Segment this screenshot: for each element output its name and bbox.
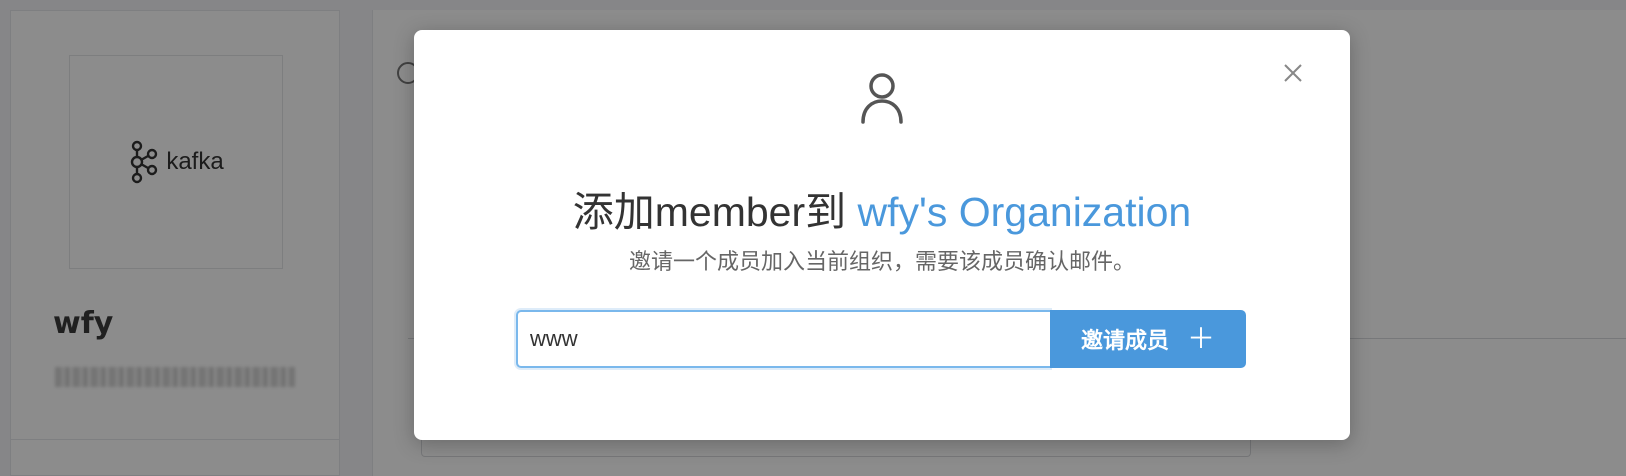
invite-member-button[interactable]: 邀请成员 ＋ [1050, 310, 1246, 368]
add-member-modal: 添加member到 wfy's Organization 邀请一个成员加入当前组… [414, 30, 1350, 440]
modal-subtitle: 邀请一个成员加入当前组织，需要该成员确认邮件。 [628, 250, 1135, 275]
title-prefix: 添加member到 [572, 189, 858, 235]
modal-title: 添加member到 wfy's Organization [414, 178, 1350, 238]
invite-form: 邀请成员 ＋ [516, 310, 1246, 368]
user-icon [861, 73, 903, 124]
plus-icon: ＋ [1187, 322, 1216, 355]
member-input[interactable] [516, 310, 1050, 368]
close-button[interactable] [1278, 58, 1308, 88]
invite-button-label: 邀请成员 [1080, 329, 1169, 354]
close-icon [1284, 64, 1302, 82]
title-org-name: wfy's Organization [857, 189, 1192, 235]
